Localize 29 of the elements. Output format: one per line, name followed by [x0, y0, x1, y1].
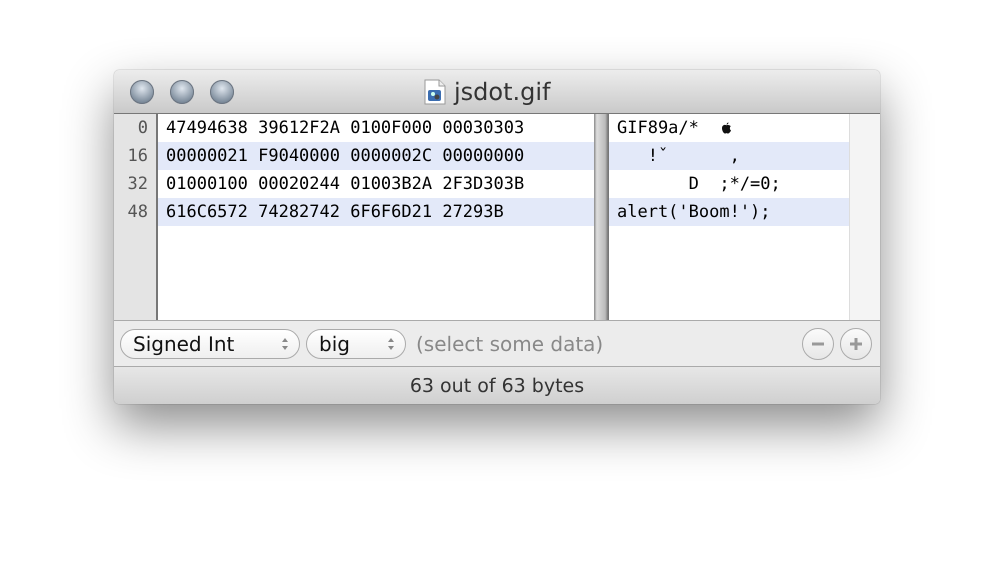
hex-line: 01000100 00020244 01003B2A 2F3D303B: [166, 174, 524, 194]
line-offset: 0: [138, 118, 148, 138]
remove-button[interactable]: [802, 328, 834, 360]
hex-pane[interactable]: 47494638 39612F2A 0100F000 00030303 00000021 F9040000 0000002C 00000000 01000100 00020244 01003B2A 2F3D303B 616C6572 74282742 6F6F6D21 27293B: [158, 114, 594, 320]
byte-count: 63 out of 63 bytes: [410, 374, 584, 396]
scroll-track[interactable]: [849, 114, 880, 320]
type-popup[interactable]: Signed Int: [120, 328, 300, 358]
add-button[interactable]: [840, 328, 872, 360]
endian-popup[interactable]: big: [306, 328, 406, 358]
hex-line: 616C6572 74282742 6F6F6D21 27293B: [166, 202, 504, 222]
minimize-button[interactable]: [170, 80, 194, 104]
line-offset: 32: [128, 174, 148, 194]
plus-icon: [849, 336, 863, 350]
hex-line: 47494638 39612F2A 0100F000 00030303: [166, 118, 524, 138]
text-line: !ˇ ,: [646, 146, 740, 166]
close-button[interactable]: [130, 80, 154, 104]
text-line: alert('Boom!');: [617, 202, 771, 222]
text-line: D ;*/=0;: [688, 174, 781, 194]
document-icon: [424, 79, 446, 105]
window-title: jsdot.gif: [454, 78, 550, 106]
text-pane[interactable]: GIF89a/* !ˇ , D ;*/=0; alert('Boom!');: [608, 114, 849, 320]
hex-line: 00000021 F9040000 0000002C 00000000: [166, 146, 524, 166]
text-line: GIF89a/*: [617, 118, 700, 138]
line-offset: 48: [128, 202, 148, 222]
line-offset: 16: [128, 146, 148, 166]
inspector-value: (select some data): [416, 332, 604, 356]
zoom-button[interactable]: [210, 80, 234, 104]
stepper-arrows-icon: [387, 336, 395, 350]
stepper-arrows-icon: [281, 336, 289, 350]
